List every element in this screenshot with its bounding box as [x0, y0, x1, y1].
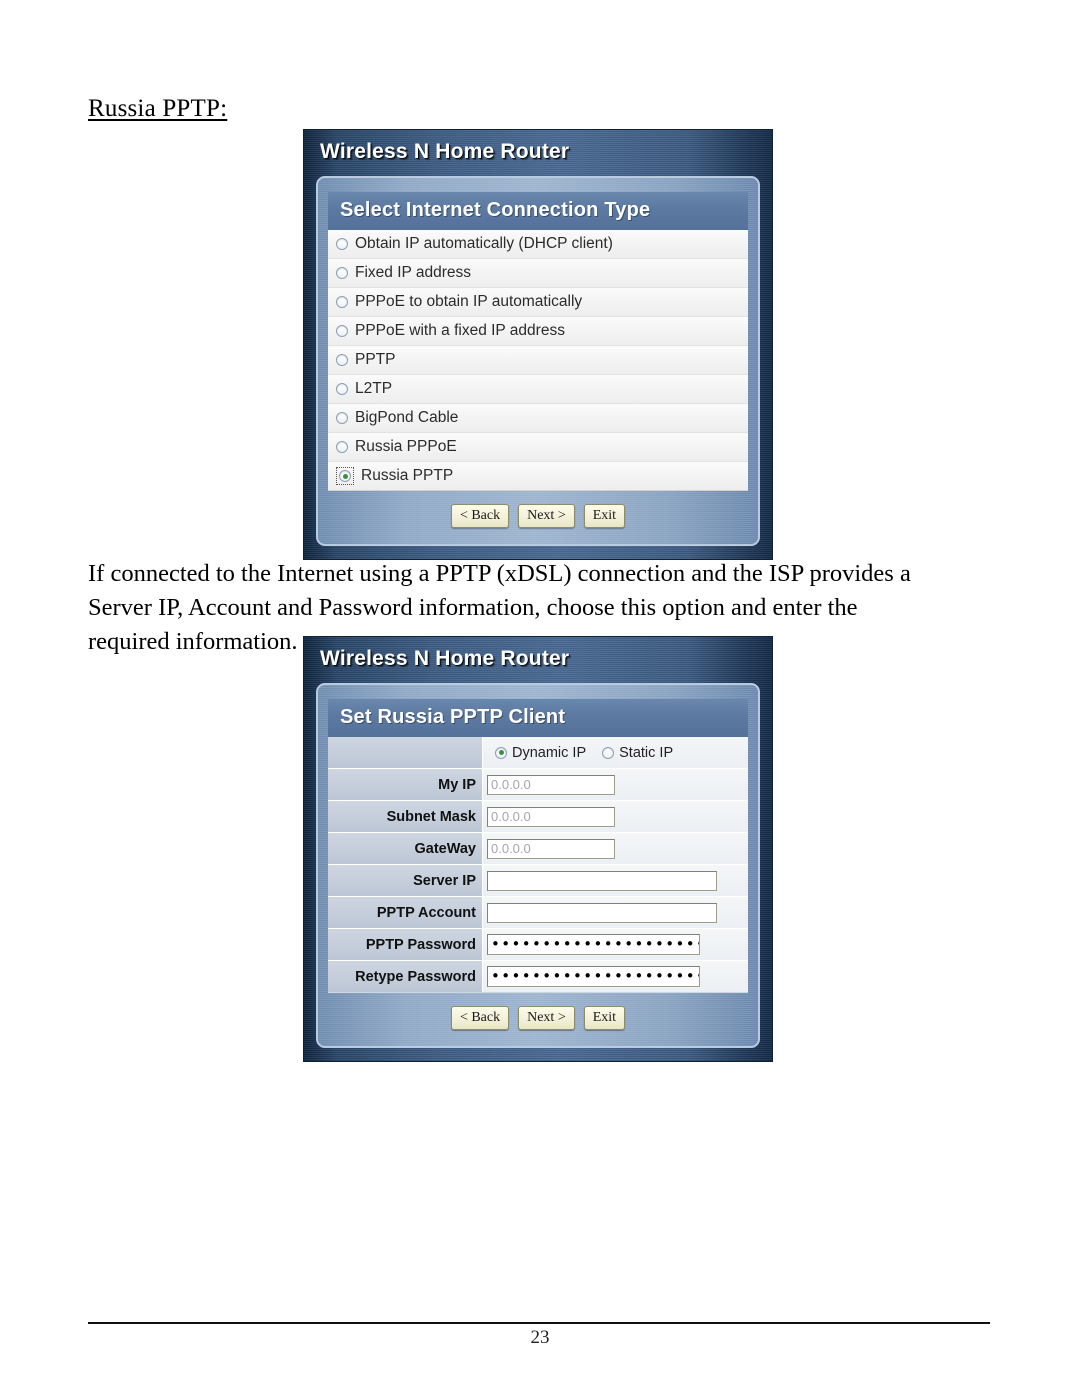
my-ip-input[interactable] [487, 774, 615, 795]
radio-icon[interactable] [336, 296, 348, 308]
form-row-gateway: GateWay [328, 833, 748, 865]
focus-outline [336, 467, 354, 485]
radio-icon[interactable] [336, 441, 348, 453]
form-field-retype-password: •••••••••••••••••••••••• [483, 961, 748, 992]
server-ip-input[interactable] [487, 870, 717, 891]
form-row-pptp-account: PPTP Account [328, 897, 748, 929]
gateway-input[interactable] [487, 838, 615, 859]
section-title-russia-pptp-client: Set Russia PPTP Client [328, 699, 748, 737]
radio-option-label: Fixed IP address [355, 264, 472, 281]
ip-type-options: Dynamic IP Static IP [483, 737, 748, 768]
radio-option-label: PPPoE with a fixed IP address [355, 322, 565, 339]
form-label-pptp-account: PPTP Account [328, 897, 483, 928]
form-row-retype-password: Retype Password •••••••••••••••••••••••• [328, 961, 748, 992]
router-brand-bar: Wireless N Home Router [304, 130, 772, 176]
radio-icon[interactable] [336, 383, 348, 395]
form-field-pptp-password: •••••••••••••••••••••••• [483, 929, 748, 960]
form-row-subnet-mask: Subnet Mask [328, 801, 748, 833]
router-brand-title: Wireless N Home Router [320, 140, 570, 163]
document-page: Russia PPTP: Wireless N Home Router Sele… [0, 0, 1080, 1397]
radio-option-label: Russia PPPoE [355, 438, 457, 455]
paragraph-line-2: Server IP, Account and Password informat… [88, 594, 858, 621]
router-inner-panel: Select Internet Connection Type Obtain I… [316, 176, 760, 546]
router-brand-bar: Wireless N Home Router [304, 637, 772, 683]
back-button[interactable]: < Back [450, 504, 510, 528]
radio-icon[interactable] [336, 412, 348, 424]
russia-pptp-form: Dynamic IP Static IP My IP 0.0.0.0 Subne… [328, 737, 748, 993]
radio-option-label: PPPoE to obtain IP automatically [355, 293, 583, 310]
radio-option-pptp[interactable]: PPTP [328, 346, 748, 375]
next-button[interactable]: Next > [518, 504, 575, 528]
retype-password-input[interactable]: •••••••••••••••••••••••• [487, 966, 700, 987]
pptp-account-input[interactable] [487, 902, 717, 923]
form-label-subnet-mask: Subnet Mask [328, 801, 483, 832]
next-button[interactable]: Next > [518, 1006, 575, 1030]
form-label-pptp-password: PPTP Password [328, 929, 483, 960]
radio-option-label: L2TP [355, 380, 393, 397]
wizard-button-row: < Back Next > Exit [328, 491, 748, 532]
form-field-server-ip [483, 865, 748, 896]
radio-icon-selected[interactable] [339, 470, 351, 482]
radio-option-label: Dynamic IP [512, 744, 587, 761]
router-brand-title: Wireless N Home Router [320, 647, 570, 670]
radio-option-fixed-ip[interactable]: Fixed IP address [328, 259, 748, 288]
connection-type-radio-list: Obtain IP automatically (DHCP client) Fi… [328, 230, 748, 491]
radio-option-russia-pppoe[interactable]: Russia PPPoE [328, 433, 748, 462]
form-row-my-ip: My IP [328, 769, 748, 801]
page-number: 23 [530, 1327, 550, 1348]
radio-option-label: Obtain IP automatically (DHCP client) [355, 235, 613, 252]
form-label-gateway: GateWay [328, 833, 483, 864]
radio-option-pppoe-auto[interactable]: PPPoE to obtain IP automatically [328, 288, 748, 317]
radio-option-static-ip[interactable]: Static IP [602, 745, 673, 761]
radio-option-label: Russia PPTP [361, 467, 454, 484]
form-field-my-ip [483, 769, 748, 800]
radio-option-bigpond-cable[interactable]: BigPond Cable [328, 404, 748, 433]
radio-icon[interactable] [602, 746, 615, 759]
form-row-pptp-password: PPTP Password •••••••••••••••••••••••• [328, 929, 748, 961]
form-label-retype-password: Retype Password [328, 961, 483, 992]
form-label-my-ip: My IP [328, 769, 483, 800]
form-row-server-ip: Server IP [328, 865, 748, 897]
pptp-password-input[interactable]: •••••••••••••••••••••••• [487, 934, 700, 955]
form-field-subnet-mask [483, 801, 748, 832]
radio-option-label: BigPond Cable [355, 409, 459, 426]
form-label-server-ip: Server IP [328, 865, 483, 896]
radio-icon[interactable] [336, 238, 348, 250]
radio-option-label: Static IP [619, 744, 674, 761]
radio-option-russia-pptp[interactable]: Russia PPTP [328, 462, 748, 490]
router-screenshot-russia-pptp-client: Wireless N Home Router Set Russia PPTP C… [303, 636, 773, 1062]
radio-option-l2tp[interactable]: L2TP [328, 375, 748, 404]
form-field-gateway [483, 833, 748, 864]
exit-button[interactable]: Exit [583, 504, 626, 528]
form-label-ip-type [328, 737, 483, 768]
radio-icon[interactable] [336, 325, 348, 337]
radio-option-label: PPTP [355, 351, 396, 368]
form-row-ip-type: Dynamic IP Static IP [328, 737, 748, 769]
subnet-mask-input[interactable] [487, 806, 615, 827]
form-field-pptp-account [483, 897, 748, 928]
radio-icon[interactable] [336, 267, 348, 279]
wizard-button-row: < Back Next > Exit [328, 993, 748, 1034]
section-title-connection-type: Select Internet Connection Type [328, 192, 748, 230]
radio-option-dynamic-ip[interactable]: Dynamic IP [495, 745, 586, 761]
router-screenshot-connection-type: Wireless N Home Router Select Internet C… [303, 129, 773, 560]
footer-divider [88, 1322, 990, 1324]
router-inner-panel: Set Russia PPTP Client Dynamic IP Static [316, 683, 760, 1048]
radio-option-pppoe-fixed[interactable]: PPPoE with a fixed IP address [328, 317, 748, 346]
radio-icon-selected[interactable] [495, 746, 507, 759]
exit-button[interactable]: Exit [583, 1006, 626, 1030]
page-heading: Russia PPTP: [88, 95, 228, 122]
paragraph-line-1: If connected to the Internet using a PPT… [88, 560, 911, 587]
back-button[interactable]: < Back [450, 1006, 510, 1030]
radio-icon[interactable] [336, 354, 348, 366]
radio-option-dhcp[interactable]: Obtain IP automatically (DHCP client) [328, 230, 748, 259]
